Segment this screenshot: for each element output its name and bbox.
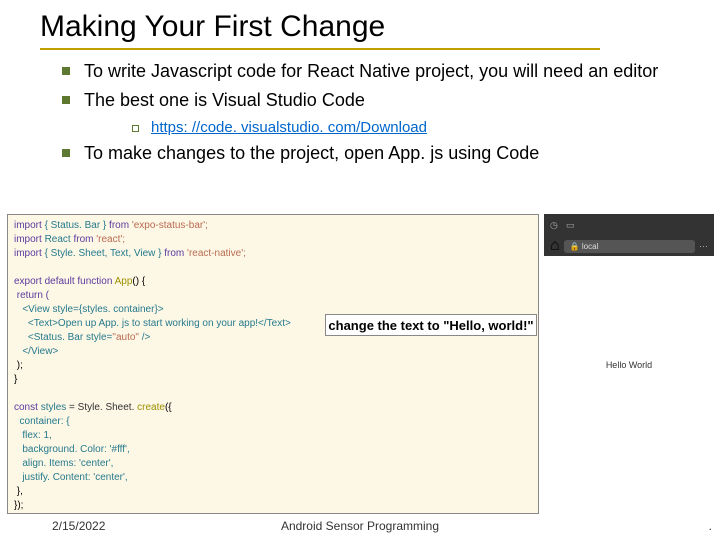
square-bullet-icon (62, 149, 70, 157)
home-icon: ⌂ (550, 237, 560, 255)
bullet-text: The best one is Visual Studio Code (84, 89, 365, 112)
phone-body: Hello World (544, 256, 714, 474)
square-bullet-icon (62, 96, 70, 104)
more-icon: ⋯ (699, 241, 708, 252)
bullet-item: To write Javascript code for React Nativ… (62, 60, 680, 83)
page-title: Making Your First Change (40, 10, 680, 44)
hollow-square-bullet-icon (132, 125, 139, 132)
bullet-text: To write Javascript code for React Nativ… (84, 60, 658, 83)
title-underline (40, 48, 600, 50)
phone-url-row: ⌂ 🔒 local ⋯ (544, 236, 714, 256)
app-switch-icon: ▭ (566, 219, 578, 231)
clock-icon: ◷ (550, 219, 562, 231)
bullet-list: To write Javascript code for React Nativ… (40, 60, 680, 165)
instruction-callout: change the text to "Hello, world!" (325, 314, 537, 336)
download-link[interactable]: https: //code. visualstudio. com/Downloa… (151, 119, 427, 136)
bullet-item: The best one is Visual Studio Code (62, 89, 680, 112)
sub-bullet-item: https: //code. visualstudio. com/Downloa… (132, 119, 680, 136)
footer-page: . (709, 519, 712, 533)
sub-bullet-list: https: //code. visualstudio. com/Downloa… (62, 119, 680, 136)
phone-mockup: ◷ ▭ ⌂ 🔒 local ⋯ Hello World (544, 214, 714, 474)
phone-topbar: ◷ ▭ (544, 214, 714, 236)
bullet-text: To make changes to the project, open App… (84, 142, 539, 165)
square-bullet-icon (62, 67, 70, 75)
phone-url: 🔒 local (564, 240, 695, 253)
slide: Making Your First Change To write Javasc… (0, 0, 720, 540)
bullet-item: To make changes to the project, open App… (62, 142, 680, 165)
code-snippet: import { Status. Bar } from 'expo-status… (7, 214, 539, 514)
footer-title: Android Sensor Programming (0, 519, 720, 533)
